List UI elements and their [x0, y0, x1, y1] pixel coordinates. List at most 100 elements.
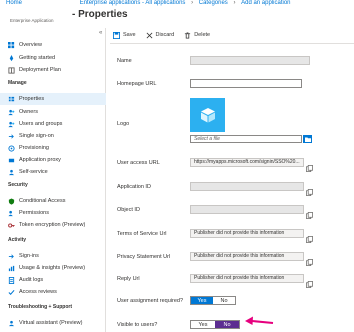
- homepage-url-field[interactable]: [190, 79, 302, 88]
- sidebar-item-label: Users and groups: [19, 121, 63, 127]
- properties-icon: [8, 96, 15, 103]
- sidebar-item-access-reviews[interactable]: Access reviews: [0, 286, 106, 298]
- sidebar-item-label: Provisioning: [19, 145, 49, 151]
- name-field[interactable]: [190, 56, 310, 65]
- sidebar-item-label: Deployment Plan: [19, 67, 61, 73]
- folder-icon: [304, 137, 311, 142]
- page-title: - Properties: [72, 9, 128, 20]
- close-icon: [146, 32, 152, 38]
- permissions-icon: [8, 210, 15, 217]
- sidebar-item-label: Token encryption (Preview): [19, 222, 86, 228]
- user-assignment-yes[interactable]: Yes: [191, 297, 213, 304]
- provisioning-icon: [8, 144, 15, 152]
- sidebar-item-label: Usage & insights (Preview): [19, 265, 86, 271]
- sidebar-item-application-proxy[interactable]: Application proxy: [0, 154, 106, 166]
- sidebar-item-owners[interactable]: Owners: [0, 106, 106, 118]
- sidebar-item-provisioning[interactable]: Provisioning: [0, 142, 106, 154]
- breadcrumb-separator: ›: [233, 0, 236, 6]
- application-logo: [190, 98, 225, 132]
- sidebar-item-conditional-access[interactable]: Conditional Access: [0, 195, 106, 207]
- copy-icon[interactable]: [306, 230, 313, 243]
- sidebar-section-manage: Manage: [8, 80, 27, 86]
- breadcrumb-categories[interactable]: Categories: [199, 0, 228, 6]
- sidebar-section-troubleshooting: Troubleshooting + Support: [8, 304, 73, 310]
- visible-to-users-no[interactable]: No: [215, 321, 239, 328]
- breadcrumb: Home Enterprise applications - All appli…: [6, 0, 354, 9]
- sidebar-item-permissions[interactable]: Permissions: [0, 207, 106, 219]
- copy-icon[interactable]: [306, 253, 313, 266]
- visible-to-users-label: Visible to users?: [117, 322, 158, 328]
- breadcrumb-home[interactable]: Home: [6, 0, 22, 6]
- sidebar-item-label: Single sign-on: [19, 133, 54, 139]
- visible-to-users-yes[interactable]: Yes: [191, 321, 215, 328]
- sidebar-item-label: Owners: [19, 109, 38, 115]
- reply-url-field[interactable]: Publisher did not provide this informati…: [190, 274, 304, 283]
- sign-ins-icon: [8, 253, 15, 260]
- discard-button[interactable]: Discard: [146, 32, 174, 39]
- sidebar-item-label: Properties: [19, 96, 45, 102]
- application-id-label: Application ID: [117, 184, 151, 190]
- user-assignment-toggle[interactable]: Yes No: [190, 296, 236, 305]
- terms-of-service-label: Terms of Service Url: [117, 231, 167, 237]
- sidebar-item-label: Permissions: [19, 210, 49, 216]
- copy-icon[interactable]: [306, 159, 313, 172]
- sidebar-section-security: Security: [8, 182, 28, 188]
- copy-icon[interactable]: [306, 206, 313, 219]
- logo-label: Logo: [117, 121, 130, 127]
- visible-to-users-toggle[interactable]: Yes No: [190, 320, 240, 329]
- sidebar-item-audit-logs[interactable]: Audit logs: [0, 274, 106, 286]
- logo-file-input[interactable]: Select a file: [190, 135, 302, 143]
- sidebar-item-label: Application proxy: [19, 157, 61, 163]
- sidebar-item-single-sign-on[interactable]: Single sign-on: [0, 130, 106, 142]
- save-label: Save: [123, 32, 136, 38]
- privacy-statement-label: Privacy Statement Url: [117, 254, 171, 260]
- object-id-field[interactable]: [190, 205, 304, 214]
- access-reviews-icon: [8, 289, 15, 296]
- sidebar-item-overview[interactable]: Overview: [0, 39, 106, 51]
- copy-icon[interactable]: [306, 275, 313, 288]
- privacy-statement-field[interactable]: Publisher did not provide this informati…: [190, 252, 304, 261]
- sidebar-item-label: Access reviews: [19, 289, 57, 295]
- delete-label: Delete: [194, 32, 211, 38]
- breadcrumb-enterprise-apps[interactable]: Enterprise applications - All applicatio…: [80, 0, 186, 6]
- name-label: Name: [117, 58, 132, 64]
- key-icon: [8, 222, 15, 229]
- sidebar-item-virtual-assistant[interactable]: Virtual assistant (Preview): [0, 317, 106, 329]
- shield-icon: [8, 197, 15, 205]
- sidebar-item-token-encryption[interactable]: Token encryption (Preview): [0, 219, 106, 231]
- sidebar-item-deployment-plan[interactable]: Deployment Plan: [0, 64, 106, 76]
- sidebar-item-properties[interactable]: Properties: [0, 93, 106, 105]
- copy-icon[interactable]: [306, 183, 313, 196]
- proxy-icon: [8, 157, 15, 164]
- users-icon: [8, 121, 15, 128]
- page-subtitle: Enterprise Application: [10, 18, 54, 23]
- sidebar-item-label: Overview: [19, 42, 42, 48]
- collapse-sidebar-icon[interactable]: «: [99, 30, 102, 36]
- breadcrumb-add-app[interactable]: Add an application: [241, 0, 290, 6]
- sidebar-item-users-and-groups[interactable]: Users and groups: [0, 118, 106, 130]
- sidebar-item-self-service[interactable]: Self-service: [0, 166, 106, 178]
- delete-button[interactable]: Delete: [184, 31, 211, 39]
- user-assignment-label: User assignment required?: [117, 298, 184, 304]
- application-id-field[interactable]: [190, 182, 304, 191]
- sidebar-section-activity: Activity: [8, 237, 27, 243]
- save-button[interactable]: Save: [113, 31, 136, 39]
- user-assignment-no[interactable]: No: [213, 297, 235, 304]
- sidebar-item-usage-insights[interactable]: Usage & insights (Preview): [0, 262, 106, 274]
- terms-of-service-field[interactable]: Publisher did not provide this informati…: [190, 229, 304, 238]
- book-icon: [8, 66, 15, 74]
- user-access-url-label: User access URL: [117, 160, 160, 166]
- sidebar-item-sign-ins[interactable]: Sign-ins: [0, 250, 106, 262]
- sidebar-item-label: Audit logs: [19, 277, 44, 283]
- user-access-url-field[interactable]: https://myapps.microsoft.com/signin/SSO%…: [190, 158, 304, 167]
- browse-file-button[interactable]: [303, 135, 312, 143]
- sidebar-item-getting-started[interactable]: Getting started: [0, 52, 106, 64]
- trash-icon: [185, 31, 191, 39]
- cube-icon: [200, 108, 215, 123]
- homepage-url-label: Homepage URL: [117, 81, 157, 87]
- annotation-arrow-icon: [245, 316, 274, 325]
- object-id-label: Object ID: [117, 207, 140, 213]
- save-icon: [113, 31, 120, 39]
- reply-url-label: Reply Url: [117, 276, 140, 282]
- command-bar: Save Discard Delete: [113, 29, 220, 41]
